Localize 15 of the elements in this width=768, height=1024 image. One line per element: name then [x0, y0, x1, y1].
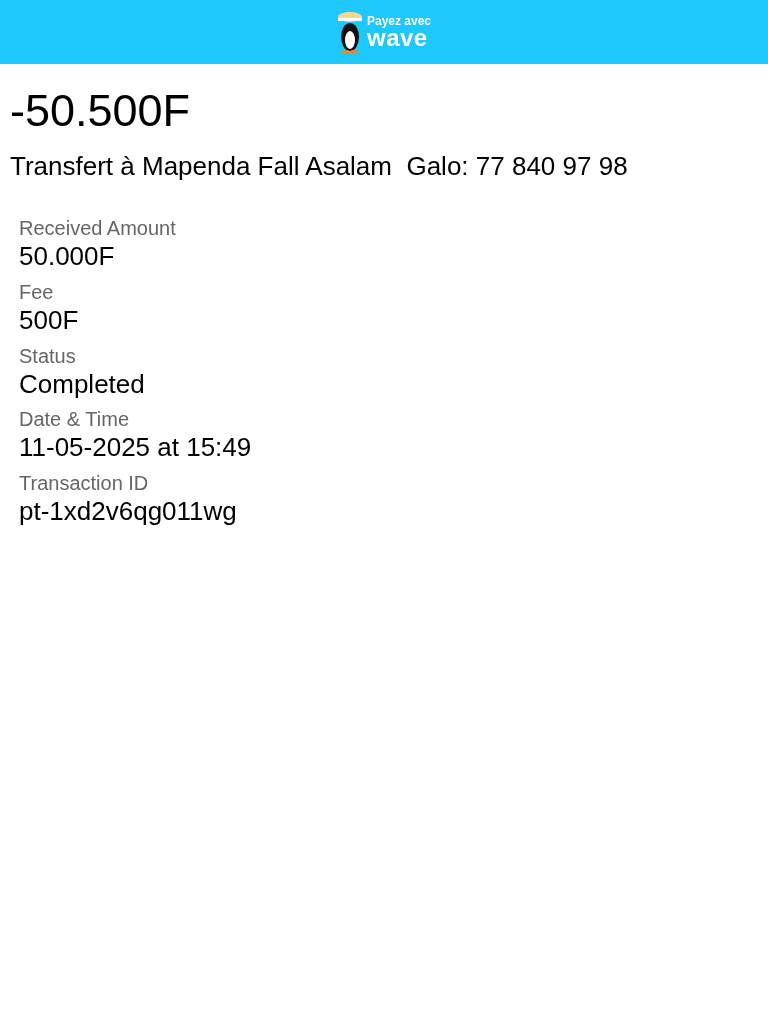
detail-label: Date & Time: [19, 407, 131, 432]
transaction-description: Transfert à Mapenda Fall Asalam Galo: 77 840 97 98: [10, 150, 629, 183]
detail-value: pt-1xd2v6qg011wg: [19, 495, 238, 529]
logo-text: Payez avec: [366, 15, 432, 28]
detail-label: Fee: [19, 279, 55, 304]
detail-label: Status: [19, 343, 77, 368]
logo-wordmark: wave: [366, 27, 428, 49]
detail-value: 500F: [19, 303, 80, 337]
penguin-icon: [336, 9, 363, 55]
detail-label: Received Amount: [19, 216, 177, 240]
amount: -50.500F: [10, 88, 192, 133]
detail-label: Transaction ID: [19, 471, 150, 496]
detail-value: Completed: [19, 367, 146, 401]
detail-value: 50.000F: [19, 240, 116, 273]
detail-value: 11-05-2025 at 15:49: [19, 431, 253, 465]
